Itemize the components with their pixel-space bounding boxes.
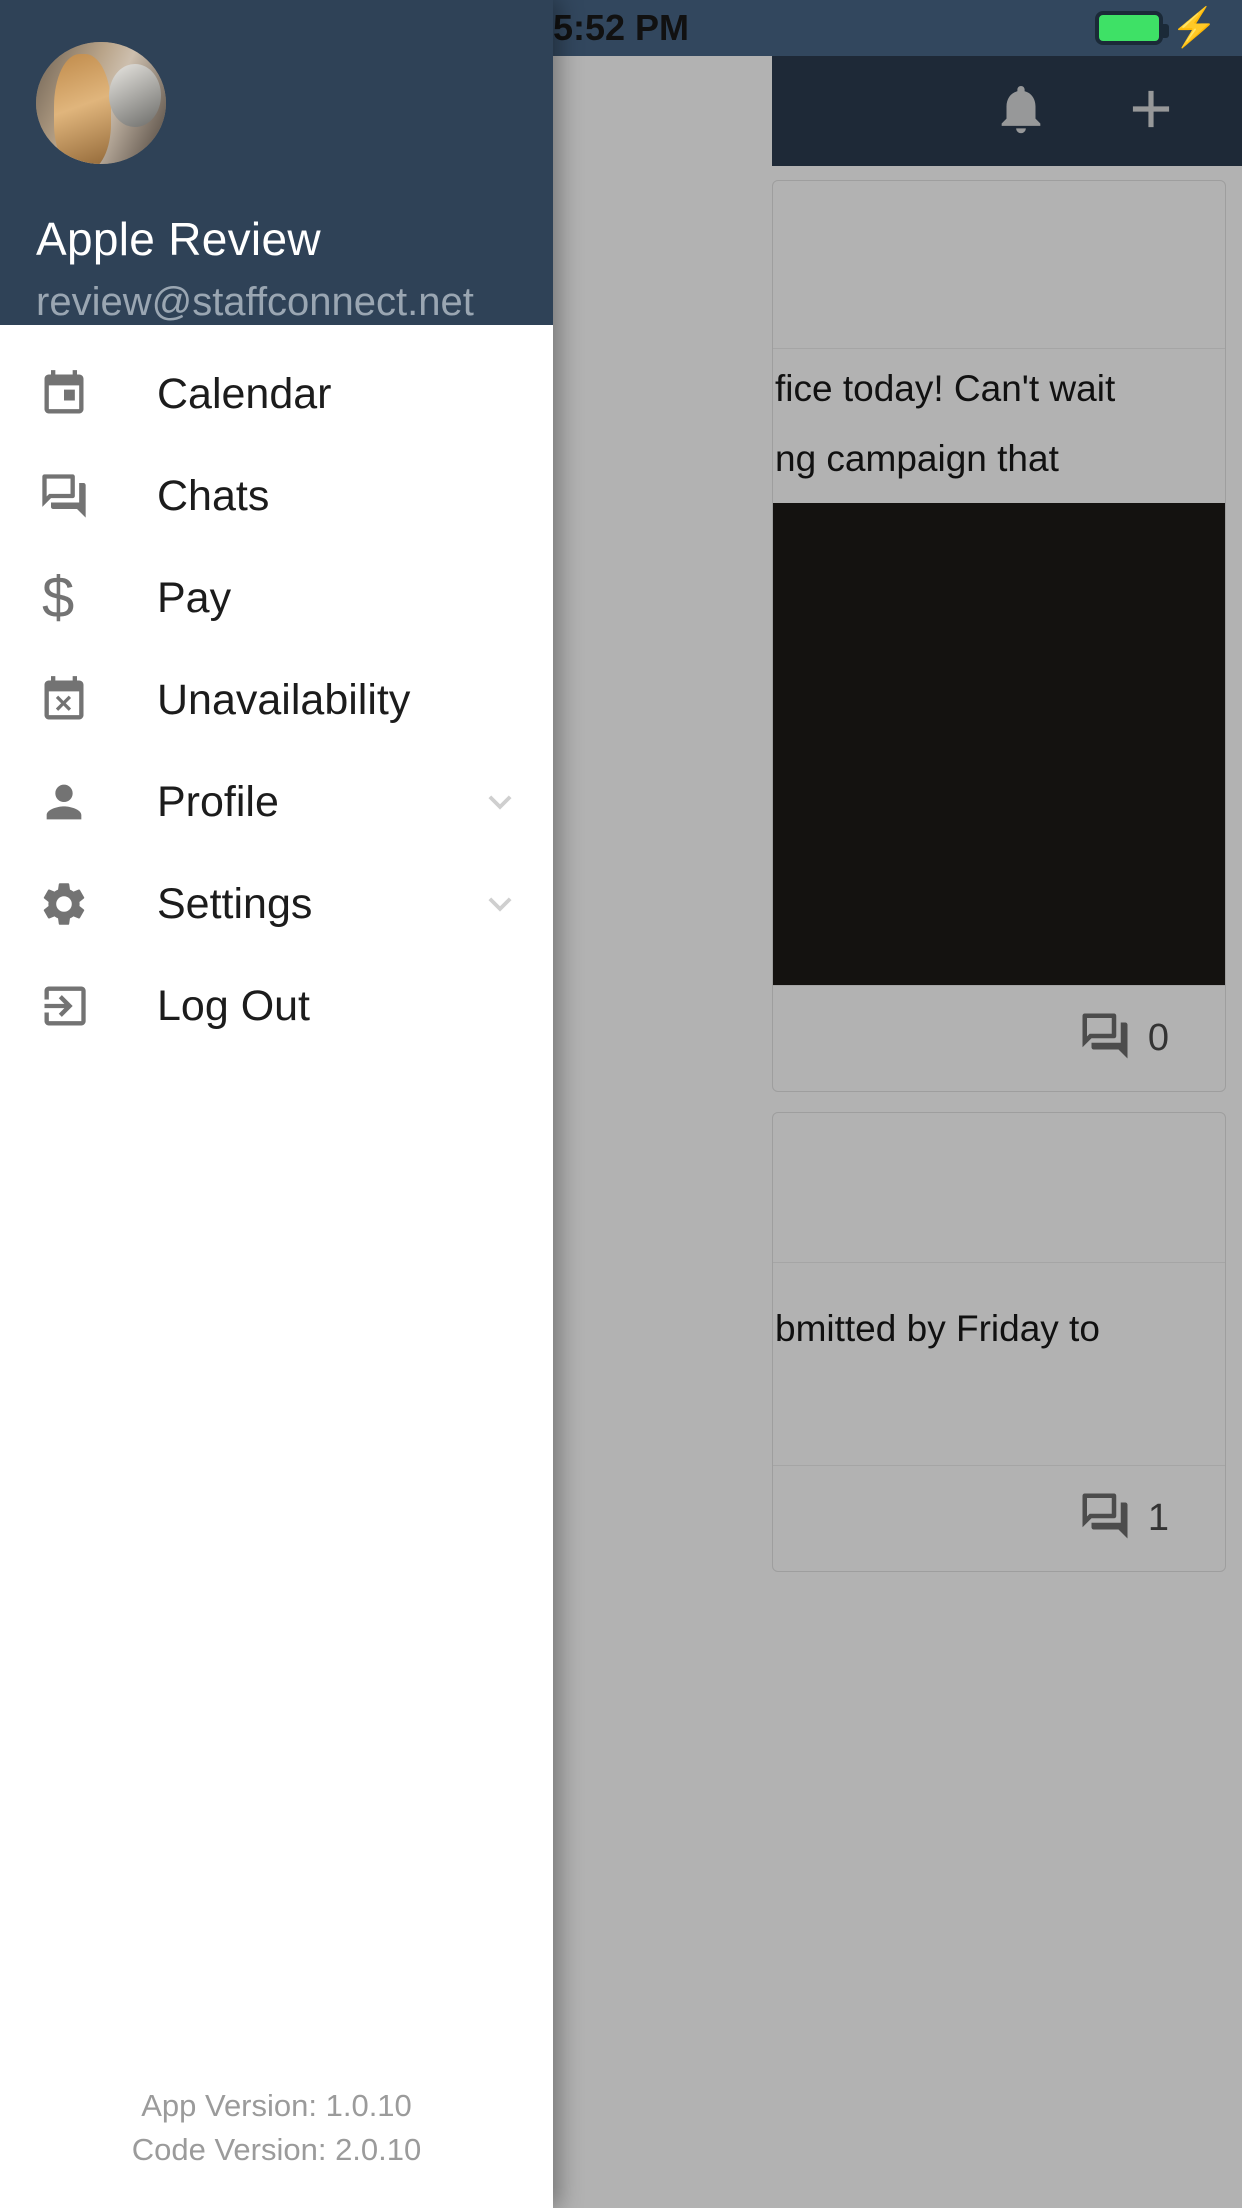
- sidebar-item-unavailability[interactable]: Unavailability: [0, 649, 553, 751]
- drawer-menu-list: Calendar Chats $ Pay Unavailability Prof…: [0, 325, 553, 1057]
- sidebar-item-settings[interactable]: Settings: [0, 853, 553, 955]
- battery-full-icon: [1094, 11, 1169, 45]
- sidebar-item-calendar[interactable]: Calendar: [0, 343, 553, 445]
- user-email: review@staffconnect.net: [36, 280, 474, 324]
- charging-bolt-icon: ⚡: [1170, 7, 1218, 49]
- drawer-footer: App Version: 1.0.10 Code Version: 2.0.10: [0, 2084, 553, 2208]
- sidebar-item-label: Settings: [157, 879, 313, 928]
- exit-icon: [38, 980, 94, 1032]
- sidebar-item-pay[interactable]: $ Pay: [0, 547, 553, 649]
- sidebar-item-label: Chats: [157, 471, 270, 520]
- gear-icon: [38, 878, 94, 930]
- sidebar-item-log-out[interactable]: Log Out: [0, 955, 553, 1057]
- sidebar-item-label: Calendar: [157, 369, 332, 418]
- sidebar-item-profile[interactable]: Profile: [0, 751, 553, 853]
- sidebar-item-label: Pay: [157, 573, 232, 622]
- sidebar-item-label: Log Out: [157, 981, 310, 1030]
- sidebar-item-label: Profile: [157, 777, 279, 826]
- dollar-sign-icon: $: [42, 565, 75, 630]
- person-icon: [38, 776, 94, 828]
- chevron-down-icon[interactable]: [477, 779, 523, 825]
- drawer-header: Apple Review review@staffconnect.net: [0, 0, 553, 325]
- navigation-drawer[interactable]: Apple Review review@staffconnect.net Cal…: [0, 0, 553, 2208]
- code-version-label: Code Version: 2.0.10: [131, 2132, 422, 2167]
- forum-icon: [38, 470, 94, 522]
- app-version-label: App Version: 1.0.10: [141, 2088, 412, 2123]
- chevron-down-icon[interactable]: [477, 881, 523, 927]
- sidebar-item-label: Unavailability: [157, 675, 411, 724]
- calendar-busy-icon: [38, 674, 94, 726]
- user-name: Apple Review: [36, 213, 321, 265]
- calendar-icon: [38, 368, 94, 420]
- sidebar-item-chats[interactable]: Chats: [0, 445, 553, 547]
- avatar[interactable]: [36, 42, 166, 164]
